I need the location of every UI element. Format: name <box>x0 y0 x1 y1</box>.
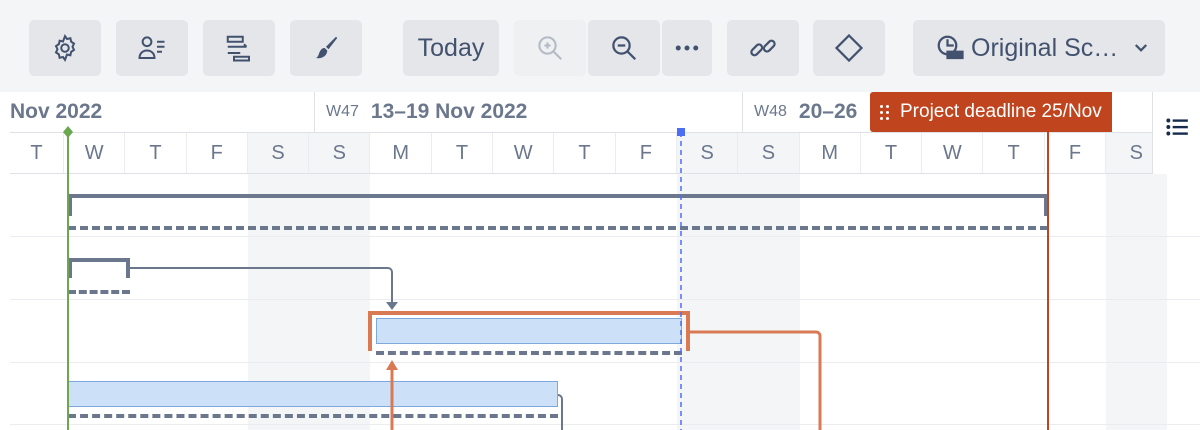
baseline-dropdown[interactable]: Original Sc… <box>913 20 1165 76</box>
link-icon <box>748 33 778 63</box>
today-label: Today <box>417 33 485 62</box>
zoom-out-icon <box>609 33 639 63</box>
today-button[interactable]: Today <box>403 20 499 76</box>
baseline-label: Original Sc… <box>971 33 1119 62</box>
gear-icon <box>50 33 80 63</box>
baseline-icon <box>935 33 965 63</box>
more-button[interactable] <box>662 20 712 76</box>
zoom-out-button[interactable] <box>588 20 660 76</box>
dependency-link-button[interactable] <box>727 20 799 76</box>
zoom-in-button[interactable] <box>514 20 586 76</box>
color-button[interactable] <box>290 20 362 76</box>
toolbar: Today Original Sc… <box>0 0 1200 92</box>
gantt-app: Today Original Sc… Nov 2022 W47 13–19 No… <box>0 0 1200 430</box>
zoom-in-icon <box>535 33 565 63</box>
structure-button[interactable] <box>203 20 275 76</box>
more-icon <box>672 33 702 63</box>
settings-button[interactable] <box>29 20 101 76</box>
user-list-icon <box>137 33 167 63</box>
milestone-diamond-icon <box>834 33 864 63</box>
milestone-button[interactable] <box>813 20 885 76</box>
fields-button[interactable] <box>116 20 188 76</box>
align-bars-icon <box>224 33 254 63</box>
timeline-markers <box>63 126 1049 430</box>
chevron-down-icon <box>1132 39 1150 57</box>
paint-brush-icon <box>311 33 341 63</box>
